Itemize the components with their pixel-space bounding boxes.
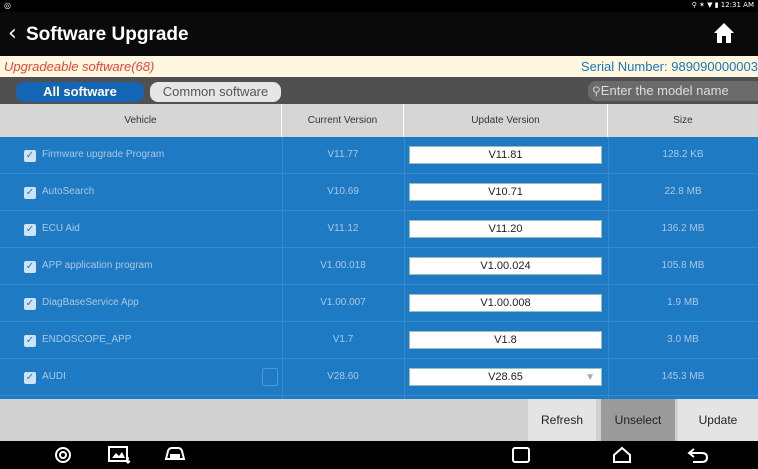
vehicle-name: AUDI xyxy=(42,371,66,382)
update-version-field[interactable]: V1.8 xyxy=(409,331,602,349)
update-version: V1.8 xyxy=(494,334,517,346)
search-placeholder: Enter the model name xyxy=(600,83,729,98)
status-bar: ◎ ⚲ ✶ ▼ ▮ 12:31 AM xyxy=(0,0,758,12)
file-size: 22.8 MB xyxy=(664,186,702,197)
release-note-icon[interactable] xyxy=(262,368,278,386)
current-version: V11.77 xyxy=(327,149,359,160)
search-icon: ⚲ xyxy=(592,84,601,98)
back-nav-icon[interactable] xyxy=(686,445,710,465)
table-header: Vehicle Current Version Update Version S… xyxy=(0,104,758,137)
tab-all-software[interactable]: All software xyxy=(16,82,144,102)
row-checkbox[interactable]: ✓ xyxy=(24,335,36,347)
update-version-field[interactable]: V1.00.024 xyxy=(409,257,602,275)
vehicle-name: Firmware upgrade Program xyxy=(42,149,165,160)
update-version: V10.71 xyxy=(488,186,523,198)
update-version-field[interactable]: V11.81 xyxy=(409,146,602,164)
update-version: V1.00.024 xyxy=(480,260,531,272)
row-checkbox[interactable]: ✓ xyxy=(24,224,36,236)
search-input[interactable]: ⚲Enter the model name xyxy=(588,81,758,101)
current-version: V1.7 xyxy=(332,334,354,345)
back-arrow-icon[interactable]: ‹ xyxy=(8,21,17,46)
title-bar: ‹ Software Upgrade xyxy=(0,12,758,56)
header-current-version: Current Version xyxy=(282,104,404,137)
info-bar: Upgradeable software(68) Serial Number: … xyxy=(0,56,758,77)
row-checkbox[interactable]: ✓ xyxy=(24,187,36,199)
screenshot-icon[interactable] xyxy=(107,445,133,465)
vehicle-name: DiagBaseService App xyxy=(42,297,139,308)
row-checkbox[interactable]: ✓ xyxy=(24,261,36,273)
vehicle-name: APP application program xyxy=(42,260,153,271)
home-icon[interactable] xyxy=(712,21,736,45)
row-checkbox[interactable]: ✓ xyxy=(24,298,36,310)
row-checkbox[interactable]: ✓ xyxy=(24,372,36,384)
serial-number: Serial Number: 989090000003 xyxy=(580,59,758,74)
update-version: V11.20 xyxy=(488,223,523,235)
vci-icon[interactable] xyxy=(162,445,188,465)
update-version: V1.00.008 xyxy=(480,297,531,309)
upgradeable-count: Upgradeable software(68) xyxy=(4,59,155,74)
settings-icon[interactable] xyxy=(53,445,73,465)
current-version: V11.12 xyxy=(327,223,359,234)
update-version-field[interactable]: V10.71 xyxy=(409,183,602,201)
header-update-version: Update Version xyxy=(404,104,608,137)
header-vehicle: Vehicle xyxy=(0,104,282,137)
chevron-down-icon: ▼ xyxy=(585,372,595,383)
vehicle-name: ENDOSCOPE_APP xyxy=(42,334,132,345)
table-row[interactable]: ✓ APP application program V1.00.018 V1.0… xyxy=(0,248,758,285)
update-version: V28.65 xyxy=(488,371,523,383)
header-size: Size xyxy=(673,115,693,126)
current-version: V28.60 xyxy=(327,371,359,382)
file-size: 128.2 KB xyxy=(662,149,704,160)
file-size: 1.9 MB xyxy=(667,297,699,308)
recent-apps-icon[interactable] xyxy=(510,445,532,465)
update-version-field[interactable]: V11.20 xyxy=(409,220,602,238)
system-nav-bar xyxy=(0,441,758,469)
file-size: 105.8 MB xyxy=(661,260,705,271)
action-bar: Refresh Unselect Update xyxy=(0,399,758,441)
tab-bar: All software Common software ⚲Enter the … xyxy=(0,77,758,104)
table-row[interactable]: ✓ ECU Aid V11.12 V11.20 136.2 MB xyxy=(0,211,758,248)
current-version: V1.00.007 xyxy=(320,297,366,308)
home-nav-icon[interactable] xyxy=(611,445,633,465)
tab-common-software[interactable]: Common software xyxy=(150,82,281,102)
refresh-button[interactable]: Refresh xyxy=(528,399,596,441)
update-version-select[interactable]: V28.65 ▼ xyxy=(409,368,602,386)
table-row[interactable]: ✓ Firmware upgrade Program V11.77 V11.81… xyxy=(0,137,758,174)
file-size: 145.3 MB xyxy=(661,371,705,382)
vehicle-name: ECU Aid xyxy=(42,223,80,234)
table-row[interactable]: ✓ AUDI V28.60 V28.65 ▼ 145.3 MB xyxy=(0,359,758,396)
current-version: V1.00.018 xyxy=(320,260,366,271)
page-title: Software Upgrade xyxy=(26,24,189,45)
row-checkbox[interactable]: ✓ xyxy=(24,150,36,162)
update-button[interactable]: Update xyxy=(678,399,758,441)
notification-icon: ◎ xyxy=(4,1,11,10)
file-size: 3.0 MB xyxy=(667,334,699,345)
current-version: V10.69 xyxy=(327,186,359,197)
status-right: ⚲ ✶ ▼ ▮ 12:31 AM xyxy=(691,1,754,9)
table-row[interactable]: ✓ AutoSearch V10.69 V10.71 22.8 MB xyxy=(0,174,758,211)
file-size: 136.2 MB xyxy=(661,223,705,234)
update-version-field[interactable]: V1.00.008 xyxy=(409,294,602,312)
unselect-button[interactable]: Unselect xyxy=(601,399,675,441)
table-row[interactable]: ✓ ENDOSCOPE_APP V1.7 V1.8 3.0 MB xyxy=(0,322,758,359)
vehicle-name: AutoSearch xyxy=(42,186,95,197)
update-version: V11.81 xyxy=(488,149,523,161)
table-row[interactable]: ✓ DiagBaseService App V1.00.007 V1.00.00… xyxy=(0,285,758,322)
software-list: ✓ Firmware upgrade Program V11.77 V11.81… xyxy=(0,137,758,399)
